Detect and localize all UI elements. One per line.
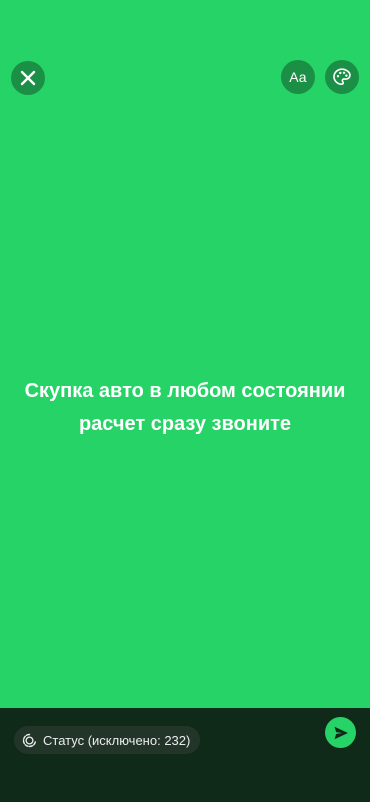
status-text[interactable]: Скупка авто в любом состоянии расчет сра… bbox=[0, 375, 370, 441]
status-canvas[interactable]: Aa Скупка авто в любом состоянии расчет … bbox=[0, 0, 370, 708]
font-style-label: Aa bbox=[289, 69, 307, 85]
send-icon bbox=[334, 726, 348, 739]
status-text-line-2: расчет сразу звоните bbox=[78, 413, 292, 435]
bottom-bar: Статус (исключено: 232) bbox=[0, 708, 370, 802]
palette-icon bbox=[333, 68, 351, 86]
status-audience-button[interactable]: Статус (исключено: 232) bbox=[14, 726, 201, 754]
font-style-button[interactable]: Aa bbox=[281, 60, 315, 94]
close-icon bbox=[20, 70, 36, 86]
status-audience-label: Статус (исключено: 232) bbox=[43, 732, 191, 748]
send-button[interactable] bbox=[325, 717, 356, 748]
close-button[interactable] bbox=[11, 61, 45, 95]
status-ring-icon bbox=[22, 733, 37, 747]
status-text-line-1: Скупка авто в любом состоянии bbox=[24, 380, 346, 402]
color-palette-button[interactable] bbox=[325, 60, 359, 94]
